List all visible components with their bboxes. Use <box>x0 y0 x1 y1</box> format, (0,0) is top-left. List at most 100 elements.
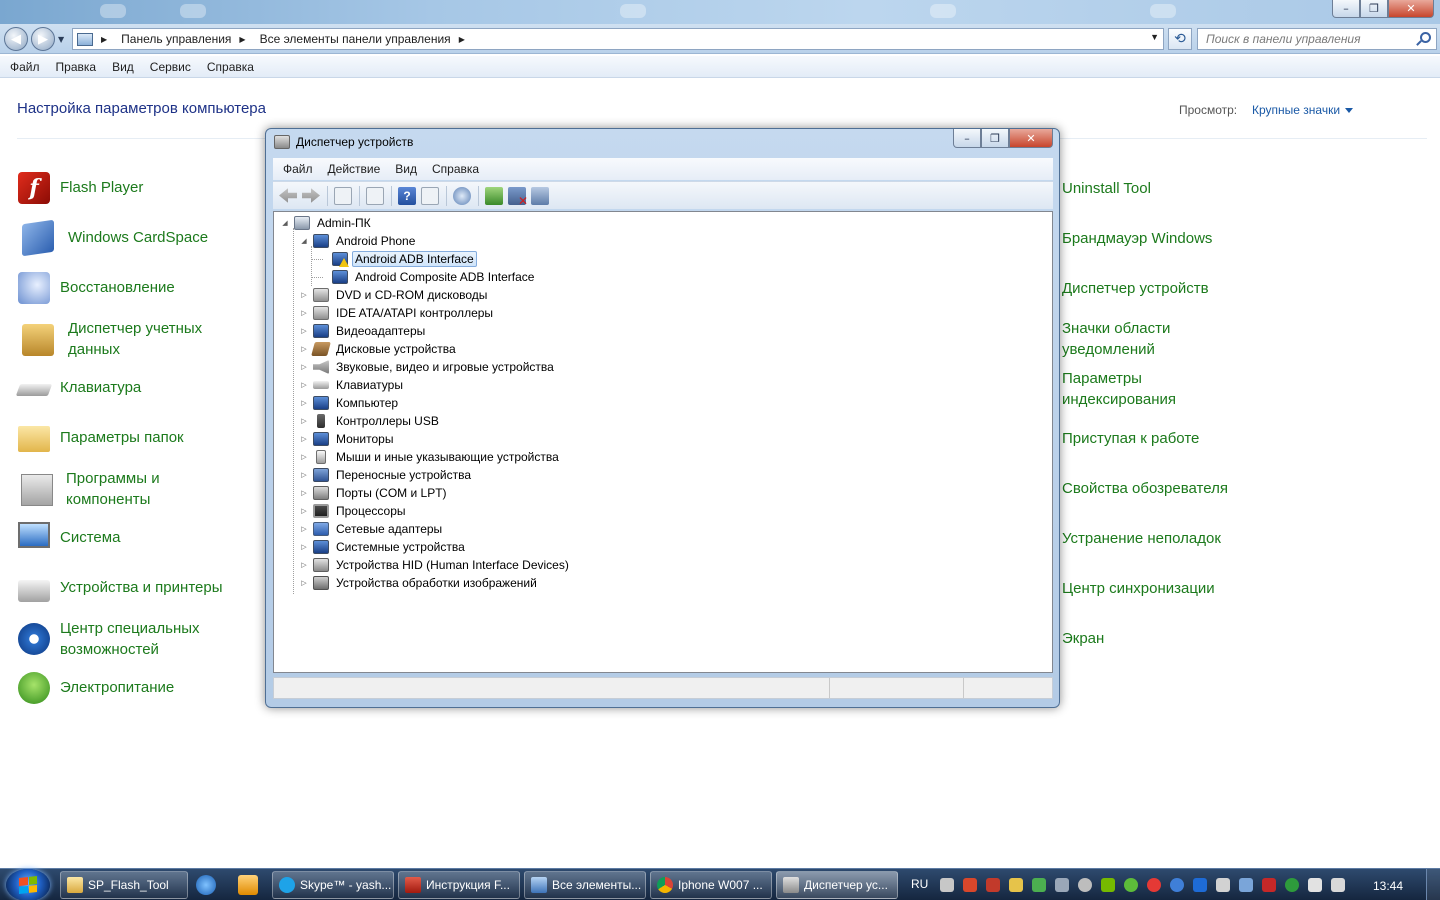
menu-help[interactable]: Справка <box>207 60 254 74</box>
tree-category[interactable]: ▷ DVD и CD-ROM дисководы <box>299 286 490 304</box>
cp-item-display[interactable]: Экран <box>1062 628 1262 649</box>
tray-app-icon[interactable] <box>1078 878 1092 892</box>
cp-item-power[interactable]: Электропитание <box>18 672 230 704</box>
help-icon[interactable]: ? <box>398 186 416 205</box>
tree-category[interactable]: ▷ Звуковые, видео и игровые устройства <box>299 358 557 376</box>
cp-item-sync-center[interactable]: Центр синхронизации <box>1062 578 1262 599</box>
forward-button[interactable]: ▶ <box>31 27 55 51</box>
expand-icon[interactable]: ▷ <box>299 453 309 461</box>
recent-pages-dropdown[interactable]: ▼ <box>58 35 64 44</box>
expand-icon[interactable]: ▷ <box>299 309 309 317</box>
expand-icon[interactable]: ▷ <box>299 345 309 353</box>
taskbar-button-control-panel[interactable]: Все элементы... <box>524 871 646 899</box>
cp-item-troubleshooting[interactable]: Устранение неполадок <box>1062 528 1262 549</box>
back-button[interactable]: ◀ <box>4 27 28 51</box>
expand-icon[interactable]: ▷ <box>299 561 309 569</box>
maximize-button[interactable]: ❐ <box>1360 0 1388 18</box>
dm-menu-help[interactable]: Справка <box>432 162 479 176</box>
expand-icon[interactable]: ▷ <box>299 381 309 389</box>
cp-item-internet-options[interactable]: Свойства обозревателя <box>1062 478 1262 499</box>
menu-edit[interactable]: Правка <box>56 60 97 74</box>
cp-item-devices-printers[interactable]: Устройства и принтеры <box>18 572 260 604</box>
tree-category[interactable]: ▷ Компьютер <box>299 394 401 412</box>
cp-item-accessibility[interactable]: Центр специальных возможностей <box>18 618 230 660</box>
taskbar-button-skype[interactable]: Skype™ - yash... <box>272 871 394 899</box>
tree-category[interactable]: ▷ Порты (COM и LPT) <box>299 484 450 502</box>
minimize-button[interactable]: – <box>1332 0 1360 18</box>
tray-app-icon[interactable] <box>1216 878 1230 892</box>
cp-item-getting-started[interactable]: Приступая к работе <box>1062 428 1262 449</box>
cp-item-programs[interactable]: Программы и компоненты <box>18 468 236 510</box>
expand-icon[interactable]: ▷ <box>299 489 309 497</box>
cp-item-uninstall-tool[interactable]: Uninstall Tool <box>1062 178 1262 199</box>
expand-icon[interactable]: ▷ <box>299 435 309 443</box>
close-button[interactable]: ✕ <box>1388 0 1434 18</box>
expand-icon[interactable]: ▷ <box>299 507 309 515</box>
dm-menu-file[interactable]: Файл <box>283 162 313 176</box>
taskbar-button-chrome[interactable]: Iphone W007 ... <box>650 871 772 899</box>
expand-icon[interactable]: ▷ <box>299 579 309 587</box>
tree-category[interactable]: ▷ Устройства HID (Human Interface Devices… <box>299 556 572 574</box>
tree-category[interactable]: ▷ Дисковые устройства <box>299 340 459 358</box>
cp-item-folder-options[interactable]: Параметры папок <box>18 422 230 454</box>
cp-item-device-manager[interactable]: Диспетчер устройств <box>1062 278 1262 299</box>
tree-item-android-adb-interface[interactable]: Android ADB Interface <box>332 250 477 268</box>
tree-category[interactable]: ▷ Клавиатуры <box>299 376 406 394</box>
address-bar[interactable]: ▶ Панель управления ▶ Все элементы панел… <box>72 28 1164 50</box>
search-input[interactable]: Поиск в панели управления <box>1197 28 1437 50</box>
dm-minimize-button[interactable]: – <box>953 129 981 148</box>
cp-item-system[interactable]: Система <box>18 522 230 554</box>
tree-group-android-phone[interactable]: ◢ Android Phone <box>299 232 418 250</box>
disable-device-icon[interactable] <box>531 186 549 205</box>
cp-item-restore[interactable]: Восстановление <box>18 272 230 304</box>
utorrent-icon[interactable] <box>1285 878 1299 892</box>
dm-menu-view[interactable]: Вид <box>395 162 417 176</box>
tray-app-icon[interactable] <box>963 878 977 892</box>
language-indicator[interactable]: RU <box>911 877 928 891</box>
forward-arrow-icon[interactable] <box>302 188 320 203</box>
show-desktop-button[interactable] <box>1426 869 1440 900</box>
taskbar-button-device-manager[interactable]: Диспетчер ус... <box>776 871 898 899</box>
device-tree[interactable]: ◢ Admin-ПК ◢ Android Phone Android ADB Int… <box>273 211 1053 673</box>
update-driver-icon[interactable] <box>485 186 503 205</box>
dm-close-button[interactable]: ✕ <box>1009 129 1053 148</box>
cp-item-keyboard[interactable]: Клавиатура <box>15 372 230 404</box>
breadcrumb-control-panel[interactable]: Панель управления <box>121 32 231 46</box>
refresh-button[interactable]: ⟲ <box>1168 28 1192 50</box>
collapse-icon[interactable]: ◢ <box>280 219 290 227</box>
tray-app-icon[interactable] <box>1170 878 1184 892</box>
tree-category[interactable]: ▷ Видеоадаптеры <box>299 322 428 340</box>
show-hide-tree-icon[interactable] <box>334 186 352 205</box>
tree-root-computer[interactable]: ◢ Admin-ПК <box>280 214 374 232</box>
bluetooth-icon[interactable] <box>1193 878 1207 892</box>
back-arrow-icon[interactable] <box>279 188 297 203</box>
tray-app-icon[interactable] <box>1055 878 1069 892</box>
clock[interactable]: 13:44 <box>1373 879 1403 893</box>
tree-category[interactable]: ▷ Контроллеры USB <box>299 412 442 430</box>
cp-item-notification-icons[interactable]: Значки области уведомлений <box>1062 318 1192 360</box>
start-button[interactable] <box>6 869 50 900</box>
network-icon[interactable] <box>1308 878 1322 892</box>
dm-maximize-button[interactable]: ❐ <box>981 129 1009 148</box>
taskbar-button-pdf[interactable]: Инструкция F... <box>398 871 520 899</box>
tray-app-icon[interactable] <box>940 878 954 892</box>
scan-hardware-icon[interactable] <box>453 186 471 205</box>
breadcrumb-all-items[interactable]: Все элементы панели управления <box>260 32 451 46</box>
cp-item-flash-player[interactable]: f Flash Player <box>18 172 230 204</box>
tray-app-icon[interactable] <box>1032 878 1046 892</box>
internet-explorer-icon[interactable] <box>196 875 216 895</box>
tray-app-icon[interactable] <box>1262 878 1276 892</box>
expand-icon[interactable]: ▷ <box>299 327 309 335</box>
expand-icon[interactable]: ▷ <box>299 363 309 371</box>
nvidia-icon[interactable] <box>1101 878 1115 892</box>
tray-app-icon[interactable] <box>986 878 1000 892</box>
dm-menu-action[interactable]: Действие <box>328 162 381 176</box>
tray-app-icon[interactable] <box>1239 878 1253 892</box>
media-player-icon[interactable] <box>238 875 258 895</box>
uninstall-device-icon[interactable] <box>508 186 528 208</box>
tree-category[interactable]: ▷ Процессоры <box>299 502 409 520</box>
tray-app-icon[interactable] <box>1009 878 1023 892</box>
tray-app-icon[interactable] <box>1147 878 1161 892</box>
menu-view[interactable]: Вид <box>112 60 134 74</box>
volume-icon[interactable] <box>1331 878 1345 892</box>
